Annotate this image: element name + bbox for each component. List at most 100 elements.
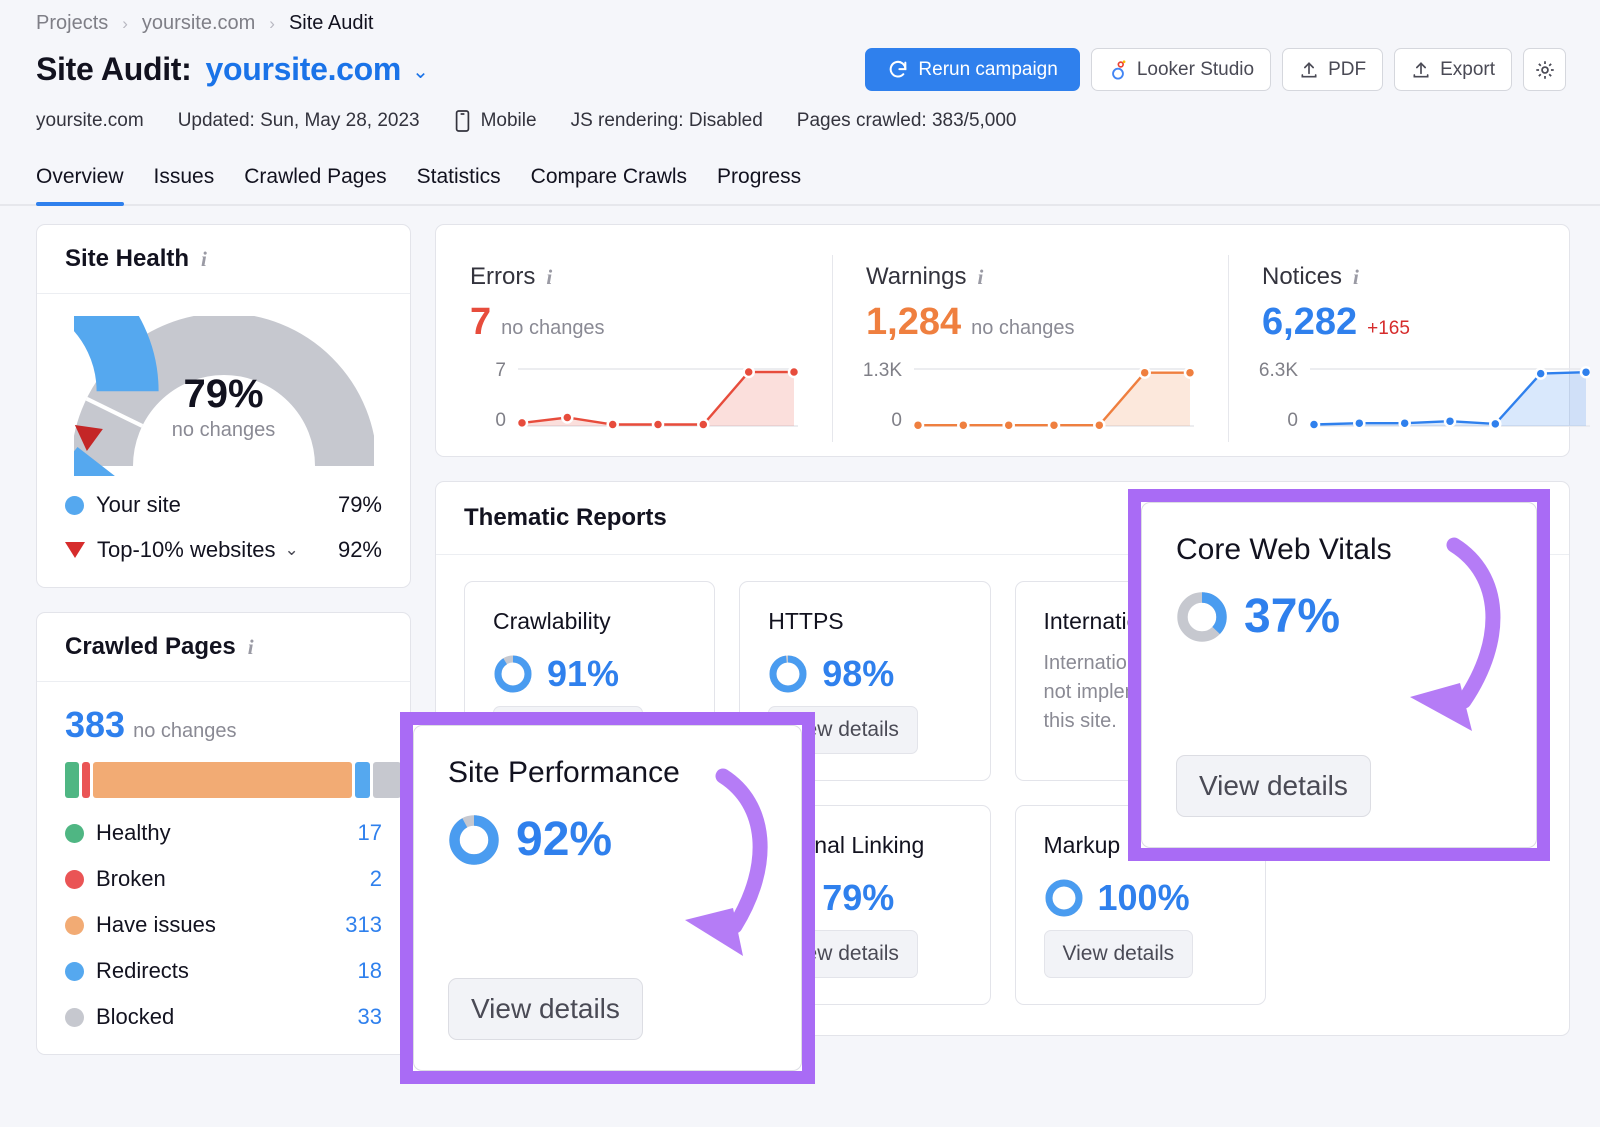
chevron-down-icon[interactable]: ⌄ xyxy=(412,59,429,84)
callout-view-details-button[interactable]: View details xyxy=(1176,755,1371,817)
rerun-campaign-button[interactable]: Rerun campaign xyxy=(865,48,1079,91)
axis-tick-top: 7 xyxy=(495,360,506,382)
info-icon[interactable]: i xyxy=(201,247,207,272)
crawled-pages-card: Crawled Pages i 383 no changes Healthy17… xyxy=(36,612,411,1055)
crawled-pages-header: Crawled Pages i xyxy=(37,613,410,682)
breadcrumb-separator-icon: › xyxy=(122,14,128,34)
callout-percent: 37% xyxy=(1244,589,1340,644)
crawled-pages-title: Crawled Pages xyxy=(65,633,236,661)
looker-studio-button[interactable]: Looker Studio xyxy=(1091,48,1271,91)
meta-updated: Updated: Sun, May 28, 2023 xyxy=(178,110,420,132)
export-button[interactable]: Export xyxy=(1394,48,1512,91)
legend-label: Blocked xyxy=(96,1004,174,1030)
issue-stats-strip: Errors i 7 no changes 7 0 xyxy=(436,225,1569,456)
thematic-view-details-button[interactable]: View details xyxy=(1044,930,1194,978)
crawled-pages-legend-row[interactable]: Blocked 33 xyxy=(65,1004,382,1030)
stacked-bar-segment xyxy=(82,762,90,798)
callout-site-performance: Site Performance 92% View details xyxy=(400,712,815,1084)
stat-value: 1,284 xyxy=(866,301,961,344)
crawled-pages-body: 383 no changes Healthy17Broken2Have issu… xyxy=(37,682,410,1054)
breadcrumb-item-site[interactable]: yoursite.com xyxy=(142,12,255,35)
crawled-pages-legend-row[interactable]: Healthy17 xyxy=(65,820,382,846)
callout-core-web-vitals: Core Web Vitals 37% View details xyxy=(1128,489,1550,861)
stat-name: Warnings xyxy=(866,263,966,291)
thematic-score-row: 98% xyxy=(768,653,961,695)
legend-row-top10[interactable]: Top-10% websites ⌄ 92% xyxy=(65,537,382,563)
export-label: Export xyxy=(1440,59,1495,81)
meta-domain: yoursite.com xyxy=(36,110,144,132)
legend-dot-icon xyxy=(65,1008,84,1027)
callout-title: Core Web Vitals xyxy=(1176,533,1502,567)
crawled-pages-legend-row[interactable]: Have issues313 xyxy=(65,912,382,938)
chevron-down-icon[interactable]: ⌄ xyxy=(285,540,299,560)
stacked-bar-segment xyxy=(65,762,79,798)
stat-value: 6,282 xyxy=(1262,301,1357,344)
donut-chart-icon xyxy=(768,654,808,694)
thematic-score-row: 91% xyxy=(493,653,686,695)
pdf-button[interactable]: PDF xyxy=(1282,48,1383,91)
tab-crawled-pages[interactable]: Crawled Pages xyxy=(244,165,386,204)
donut-chart-icon xyxy=(448,814,500,866)
issue-stat-errors[interactable]: Errors i 7 no changes 7 0 xyxy=(436,233,832,456)
mobile-icon xyxy=(454,109,471,133)
issue-stat-warnings[interactable]: Warnings i 1,284 no changes 1.3K 0 xyxy=(832,233,1228,456)
axis-tick-bottom: 0 xyxy=(1287,410,1298,432)
info-icon[interactable]: i xyxy=(1353,265,1359,290)
info-icon[interactable]: i xyxy=(977,265,983,290)
legend-dot-icon xyxy=(65,916,84,935)
stat-value-row: 1,284 no changes xyxy=(866,301,1194,344)
thematic-card-title: HTTPS xyxy=(768,608,961,635)
donut-chart-icon xyxy=(1044,878,1084,918)
legend-value[interactable]: 2 xyxy=(370,866,382,892)
legend-value[interactable]: 18 xyxy=(358,958,382,984)
crawled-pages-stacked-bar xyxy=(65,762,382,798)
main-tabs: Overview Issues Crawled Pages Statistics… xyxy=(0,165,1600,206)
tab-issues[interactable]: Issues xyxy=(154,165,215,204)
looker-studio-label: Looker Studio xyxy=(1137,59,1254,81)
info-icon[interactable]: i xyxy=(248,635,254,660)
legend-value[interactable]: 33 xyxy=(358,1004,382,1030)
callout-title: Site Performance xyxy=(448,756,767,790)
issue-stat-notices[interactable]: Notices i 6,282 +165 6.3K 0 xyxy=(1228,233,1600,456)
axis-tick-top: 1.3K xyxy=(863,360,902,382)
meta-device: Mobile xyxy=(454,109,537,133)
gear-icon xyxy=(1534,59,1556,81)
callout-score-row: 37% xyxy=(1176,589,1502,644)
tab-compare-crawls[interactable]: Compare Crawls xyxy=(531,165,687,204)
callout-percent: 92% xyxy=(516,812,612,867)
crawled-pages-legend-row[interactable]: Broken2 xyxy=(65,866,382,892)
page-title: Site Audit: xyxy=(36,51,192,88)
stat-value-row: 7 no changes xyxy=(470,301,798,344)
info-icon[interactable]: i xyxy=(546,265,552,290)
stat-sparkline: 1.3K 0 xyxy=(866,360,1194,432)
legend-value: 92% xyxy=(338,537,382,563)
site-health-legend: Your site 79% Top-10% websites ⌄ 92% xyxy=(37,476,410,587)
legend-value[interactable]: 313 xyxy=(345,912,382,938)
thematic-reports-title: Thematic Reports xyxy=(464,504,667,531)
stat-value-row: 6,282 +165 xyxy=(1262,301,1590,344)
stat-name: Errors xyxy=(470,263,535,291)
upload-icon xyxy=(1411,60,1431,80)
tab-statistics[interactable]: Statistics xyxy=(417,165,501,204)
thematic-percent: 100% xyxy=(1098,877,1190,919)
upload-icon xyxy=(1299,60,1319,80)
settings-button[interactable] xyxy=(1523,48,1566,91)
legend-label: Redirects xyxy=(96,958,189,984)
stat-head: Errors i xyxy=(470,263,798,291)
callout-score-row: 92% xyxy=(448,812,767,867)
legend-value[interactable]: 17 xyxy=(358,820,382,846)
thematic-percent: 79% xyxy=(822,877,894,919)
donut-chart-icon xyxy=(493,654,533,694)
sparkline-axis: 6.3K 0 xyxy=(1262,360,1310,432)
stacked-bar-segment xyxy=(373,762,400,798)
breadcrumb-item-projects[interactable]: Projects xyxy=(36,12,108,35)
site-selector-label[interactable]: yoursite.com xyxy=(206,51,402,88)
curved-arrow-icon xyxy=(615,760,815,1020)
refresh-icon xyxy=(887,59,909,81)
callout-view-details-button[interactable]: View details xyxy=(448,978,643,1040)
tab-progress[interactable]: Progress xyxy=(717,165,801,204)
sparkline-svg xyxy=(1310,360,1590,432)
tab-overview[interactable]: Overview xyxy=(36,165,124,204)
stat-name: Notices xyxy=(1262,263,1342,291)
crawled-pages-legend-row[interactable]: Redirects 18 xyxy=(65,958,382,984)
